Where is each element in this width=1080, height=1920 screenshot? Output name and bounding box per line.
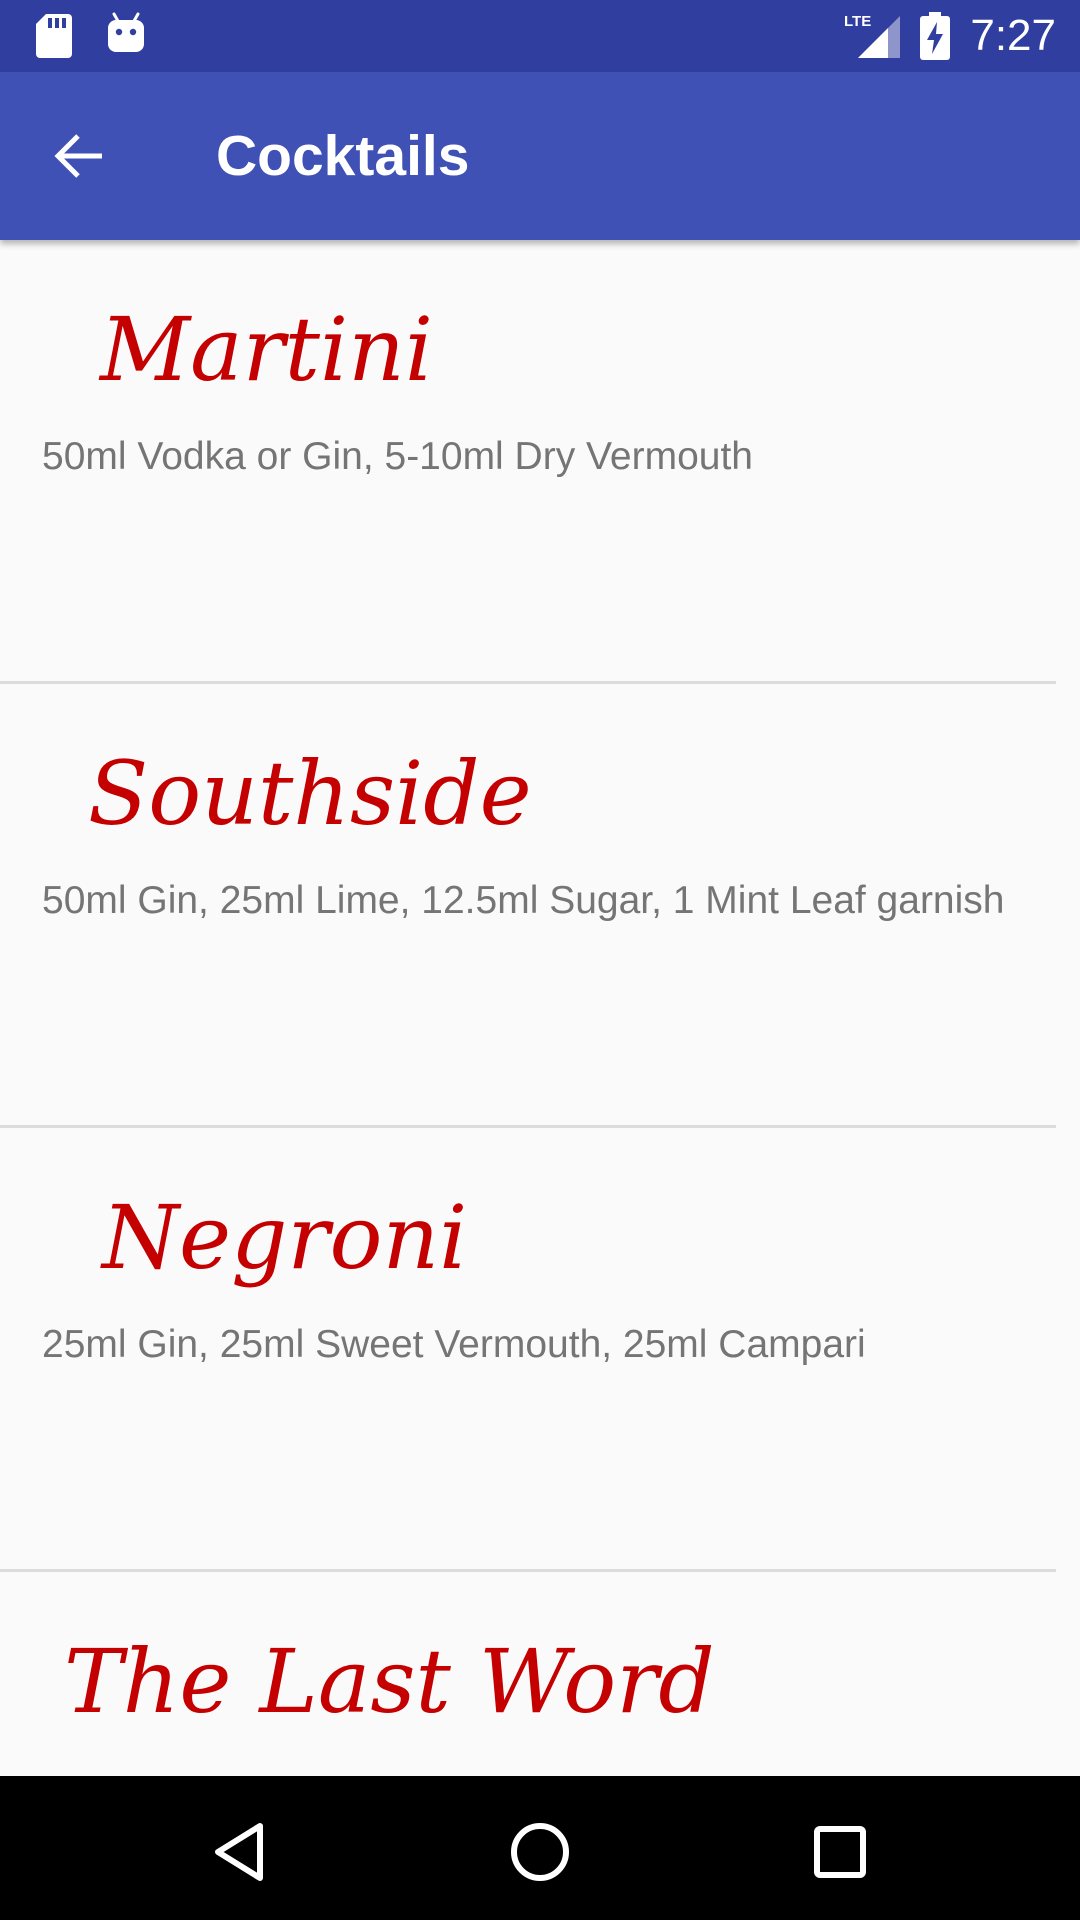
battery-charging-icon [920,12,950,60]
nav-recents-button[interactable] [800,1812,880,1892]
cocktail-ingredients: 25ml Gin, 25ml Sweet Vermouth, 25ml Camp… [42,1323,866,1366]
sd-card-icon [36,14,72,58]
cocktail-name: Negroni [102,1186,468,1289]
cocktail-name: Martini [100,298,433,401]
list-item[interactable]: Negroni 25ml Gin, 25ml Sweet Vermouth, 2… [0,1128,1080,1572]
lte-label: LTE [844,13,871,30]
lte-signal-icon: LTE [844,13,900,58]
list-item[interactable]: Martini 50ml Vodka or Gin, 5-10ml Dry Ve… [0,240,1080,684]
status-bar: LTE 7:27 [0,0,1080,72]
nav-home-button[interactable] [500,1812,580,1892]
status-time: 7:27 [970,11,1056,60]
back-button[interactable] [40,116,120,196]
cocktail-ingredients: 50ml Gin, 25ml Lime, 12.5ml Sugar, 1 Min… [42,879,1005,922]
cocktail-name: The Last Word [64,1630,715,1733]
nav-back-icon [215,1823,263,1881]
page-title: Cocktails [216,124,470,188]
cocktail-name: Southside [88,742,532,845]
list-item[interactable]: The Last Word [0,1572,1080,1776]
android-debug-icon [108,12,144,52]
cocktail-list[interactable]: Martini 50ml Vodka or Gin, 5-10ml Dry Ve… [0,240,1080,1776]
nav-home-icon [511,1823,569,1881]
nav-back-button[interactable] [200,1812,280,1892]
navigation-bar [0,1776,1080,1920]
cocktail-ingredients: 50ml Vodka or Gin, 5-10ml Dry Vermouth [42,435,753,478]
app-bar: Cocktails [0,72,1080,240]
nav-recents-icon [814,1826,866,1878]
list-item[interactable]: Southside 50ml Gin, 25ml Lime, 12.5ml Su… [0,684,1080,1128]
arrow-back-icon [54,134,102,178]
